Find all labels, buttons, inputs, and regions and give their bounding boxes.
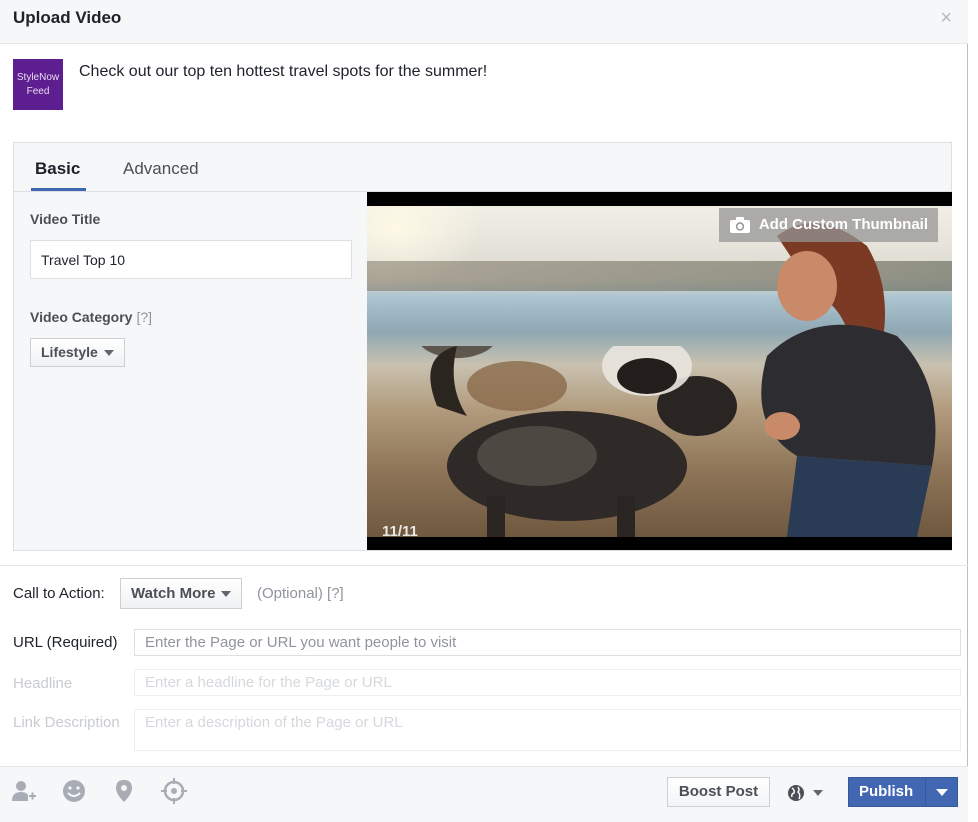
dialog-title: Upload Video bbox=[13, 8, 122, 27]
section-divider bbox=[0, 565, 968, 566]
video-title-input[interactable] bbox=[30, 240, 352, 279]
status-text[interactable]: Check out our top ten hottest travel spo… bbox=[79, 63, 487, 81]
camera-icon bbox=[729, 217, 750, 233]
video-category-dropdown[interactable]: Lifestyle bbox=[30, 338, 125, 367]
publish-label: Publish bbox=[859, 783, 914, 800]
tab-bar: Basic Advanced bbox=[14, 143, 951, 192]
boost-post-button[interactable]: Boost Post bbox=[667, 777, 770, 807]
woman-figure bbox=[761, 223, 936, 537]
cta-optional-text: (Optional) bbox=[257, 585, 323, 602]
page-avatar-line2: Feed bbox=[26, 85, 50, 97]
dialog-header: Upload Video × bbox=[0, 0, 968, 44]
video-category-label: Video Category [?] bbox=[30, 309, 152, 325]
cta-dropdown[interactable]: Watch More bbox=[120, 578, 243, 609]
location-pin-icon[interactable] bbox=[111, 778, 137, 804]
upload-video-dialog: Upload Video × StyleNow Feed Check out o… bbox=[0, 0, 968, 822]
cta-selected-value: Watch More bbox=[131, 585, 216, 602]
target-icon[interactable] bbox=[161, 778, 187, 804]
cta-label: Call to Action: bbox=[13, 585, 105, 602]
video-thumbnail bbox=[367, 206, 952, 537]
video-details-panel: Basic Advanced Video Title Video Categor… bbox=[13, 142, 952, 551]
frame-counter: 11/11 bbox=[382, 523, 418, 540]
headline-label: Headline bbox=[13, 675, 73, 692]
add-custom-thumbnail-button[interactable]: Add Custom Thumbnail bbox=[718, 208, 938, 242]
chevron-down-icon bbox=[221, 591, 232, 598]
chevron-down-icon bbox=[103, 350, 114, 357]
active-tab-indicator bbox=[31, 188, 86, 191]
dialog-footer: Boost Post Publish bbox=[0, 766, 968, 822]
tab-advanced[interactable]: Advanced bbox=[123, 159, 199, 179]
video-title-label: Video Title bbox=[30, 211, 101, 227]
tab-basic[interactable]: Basic bbox=[35, 159, 80, 179]
feeling-icon[interactable] bbox=[61, 778, 87, 804]
headline-input[interactable] bbox=[134, 669, 961, 696]
basic-settings: Video Title Video Category[?] Lifestyle bbox=[14, 192, 367, 550]
video-category-value: Lifestyle bbox=[41, 344, 98, 360]
link-description-label: Link Description bbox=[13, 714, 120, 731]
video-preview[interactable]: Add Custom Thumbnail 11/11 bbox=[367, 192, 952, 550]
url-input[interactable] bbox=[134, 629, 961, 656]
link-description-input[interactable] bbox=[134, 709, 961, 751]
chevron-down-icon bbox=[813, 790, 823, 796]
publish-options-chevron-icon[interactable] bbox=[936, 789, 948, 796]
url-label: URL (Required) bbox=[13, 634, 118, 651]
tag-people-icon[interactable] bbox=[11, 778, 37, 804]
add-custom-thumbnail-label: Add Custom Thumbnail bbox=[758, 216, 928, 233]
dog-figure bbox=[421, 346, 737, 537]
page-avatar-line1: StyleNow bbox=[16, 71, 60, 83]
publish-button[interactable]: Publish bbox=[848, 777, 958, 807]
privacy-selector[interactable] bbox=[787, 782, 827, 804]
page-avatar: StyleNow Feed bbox=[13, 59, 63, 110]
cta-help[interactable]: [?] bbox=[327, 585, 344, 602]
cta-optional-note: (Optional) [?] bbox=[257, 585, 344, 602]
close-icon[interactable]: × bbox=[940, 8, 952, 28]
video-category-help[interactable]: [?] bbox=[136, 309, 152, 325]
globe-icon bbox=[788, 785, 804, 801]
video-category-label-text: Video Category bbox=[30, 309, 133, 325]
